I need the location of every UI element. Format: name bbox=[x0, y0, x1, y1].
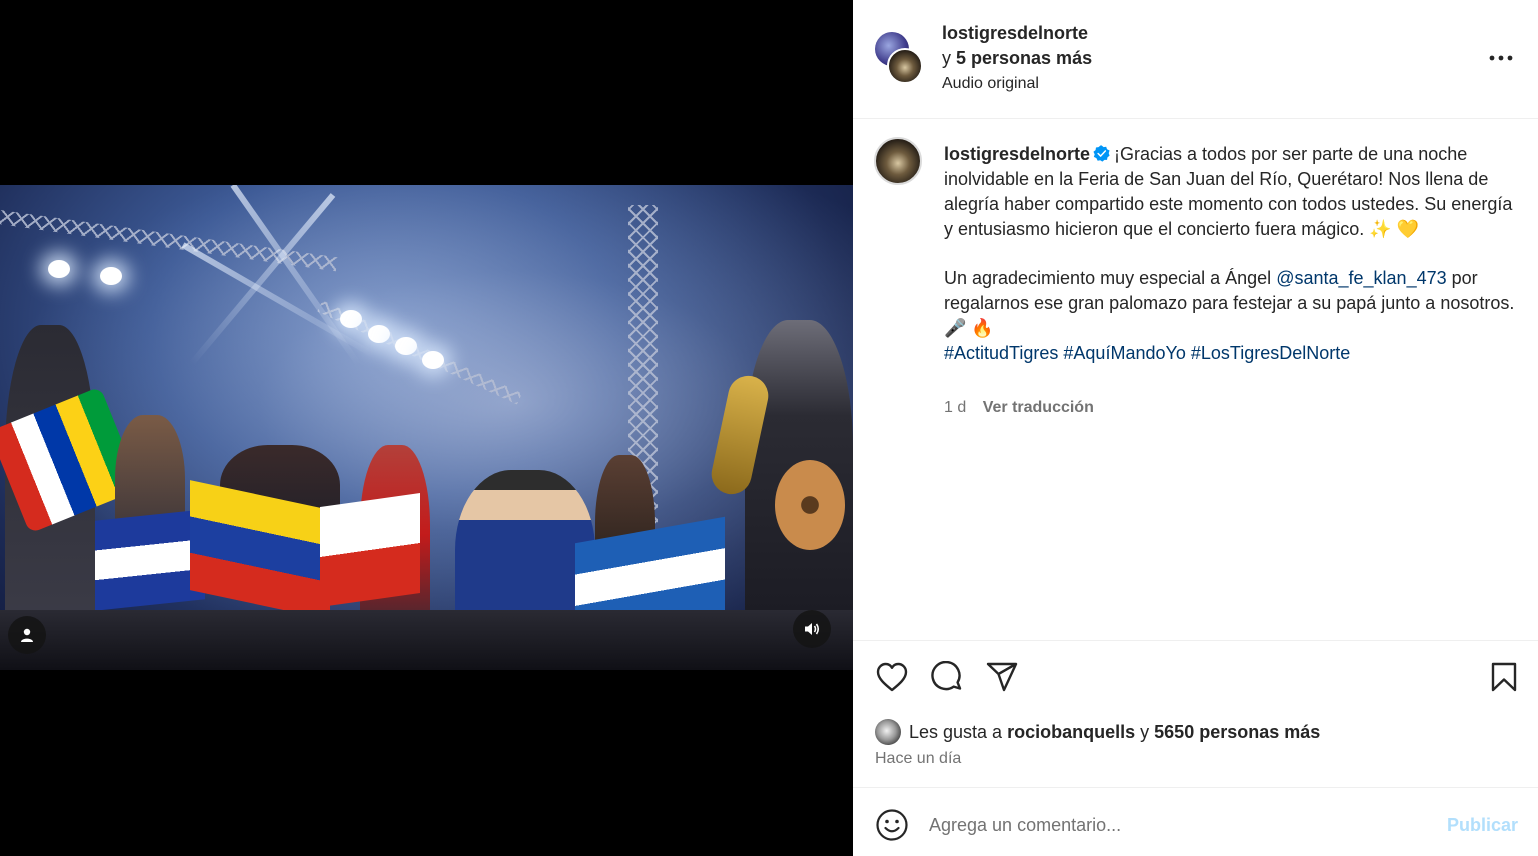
media-pane bbox=[0, 0, 853, 856]
hashtag-link[interactable]: #ActitudTigres bbox=[944, 343, 1058, 363]
hashtag-link[interactable]: #LosTigresDelNorte bbox=[1191, 343, 1350, 363]
likes-count[interactable]: 5650 personas más bbox=[1154, 722, 1320, 743]
post-timestamp: Hace un día bbox=[875, 750, 962, 767]
audio-link[interactable]: Audio original bbox=[942, 75, 1039, 93]
smiley-icon bbox=[876, 809, 908, 841]
likes-summary[interactable]: Les gusta a rociobanquells y 5650 person… bbox=[875, 718, 1320, 746]
stage-light bbox=[395, 337, 417, 355]
caption-paragraph-2-start: Un agradecimiento muy especial a Ángel bbox=[944, 268, 1272, 288]
bookmark-icon bbox=[1491, 662, 1517, 692]
emoji-button[interactable] bbox=[875, 808, 909, 842]
avatar[interactable] bbox=[874, 137, 922, 185]
caption-area: lostigresdelnorte ¡Gracias a todos por s… bbox=[853, 119, 1538, 641]
post-age[interactable]: 1 d bbox=[944, 399, 966, 416]
send-paper-plane-icon bbox=[986, 662, 1018, 692]
action-bar bbox=[853, 641, 1538, 713]
post-header: lostigresdelnorte y 5 personas más Audio… bbox=[853, 0, 1538, 119]
more-options-button[interactable] bbox=[1489, 46, 1513, 70]
save-button[interactable] bbox=[1486, 659, 1522, 695]
stage-light bbox=[422, 351, 444, 369]
caption-meta: 1 d Ver traducción bbox=[944, 399, 1094, 417]
caption-username[interactable]: lostigresdelnorte bbox=[944, 144, 1090, 164]
heart-icon bbox=[876, 662, 908, 692]
flag-blue-white bbox=[95, 509, 205, 611]
stage-light bbox=[100, 267, 122, 285]
publish-button[interactable]: Publicar bbox=[1447, 815, 1518, 836]
flag-chile bbox=[320, 492, 420, 608]
liker-username[interactable]: rociobanquells bbox=[1007, 722, 1135, 743]
tagged-users-button[interactable] bbox=[8, 616, 46, 654]
see-translation-button[interactable]: Ver traducción bbox=[983, 399, 1094, 416]
comment-bubble-icon bbox=[931, 661, 962, 691]
likes-prefix: Les gusta a bbox=[909, 721, 1003, 742]
guitar bbox=[775, 460, 845, 550]
reel-video[interactable] bbox=[0, 185, 853, 670]
user-icon bbox=[21, 628, 33, 642]
comment-bar: Publicar bbox=[853, 787, 1538, 856]
collab-line[interactable]: y 5 personas más bbox=[942, 48, 1092, 69]
stage-floor bbox=[0, 610, 853, 670]
comment-input[interactable] bbox=[929, 806, 1429, 844]
header-username[interactable]: lostigresdelnorte bbox=[942, 23, 1088, 44]
verified-badge-icon bbox=[1093, 145, 1110, 162]
collab-prefix: y bbox=[942, 48, 951, 68]
collab-count: 5 personas más bbox=[956, 48, 1093, 68]
like-button[interactable] bbox=[874, 659, 910, 695]
stage-light bbox=[340, 310, 362, 328]
stage-light bbox=[48, 260, 70, 278]
speaker-icon bbox=[805, 623, 820, 635]
post-info-pane: lostigresdelnorte y 5 personas más Audio… bbox=[853, 0, 1538, 856]
comment-button[interactable] bbox=[929, 659, 965, 695]
avatar bbox=[875, 719, 901, 745]
caption-text: lostigresdelnorte ¡Gracias a todos por s… bbox=[944, 142, 1519, 366]
share-button[interactable] bbox=[984, 659, 1020, 695]
likes-conj: y bbox=[1140, 721, 1150, 742]
more-horizontal-icon bbox=[1489, 55, 1513, 61]
hashtag-link[interactable]: #AquíMandoYo bbox=[1063, 343, 1185, 363]
mention-link[interactable]: @santa_fe_klan_473 bbox=[1276, 268, 1446, 288]
avatar bbox=[887, 48, 923, 84]
stage-light bbox=[368, 325, 390, 343]
collab-avatars[interactable] bbox=[875, 32, 925, 84]
sound-toggle-button[interactable] bbox=[793, 610, 831, 648]
